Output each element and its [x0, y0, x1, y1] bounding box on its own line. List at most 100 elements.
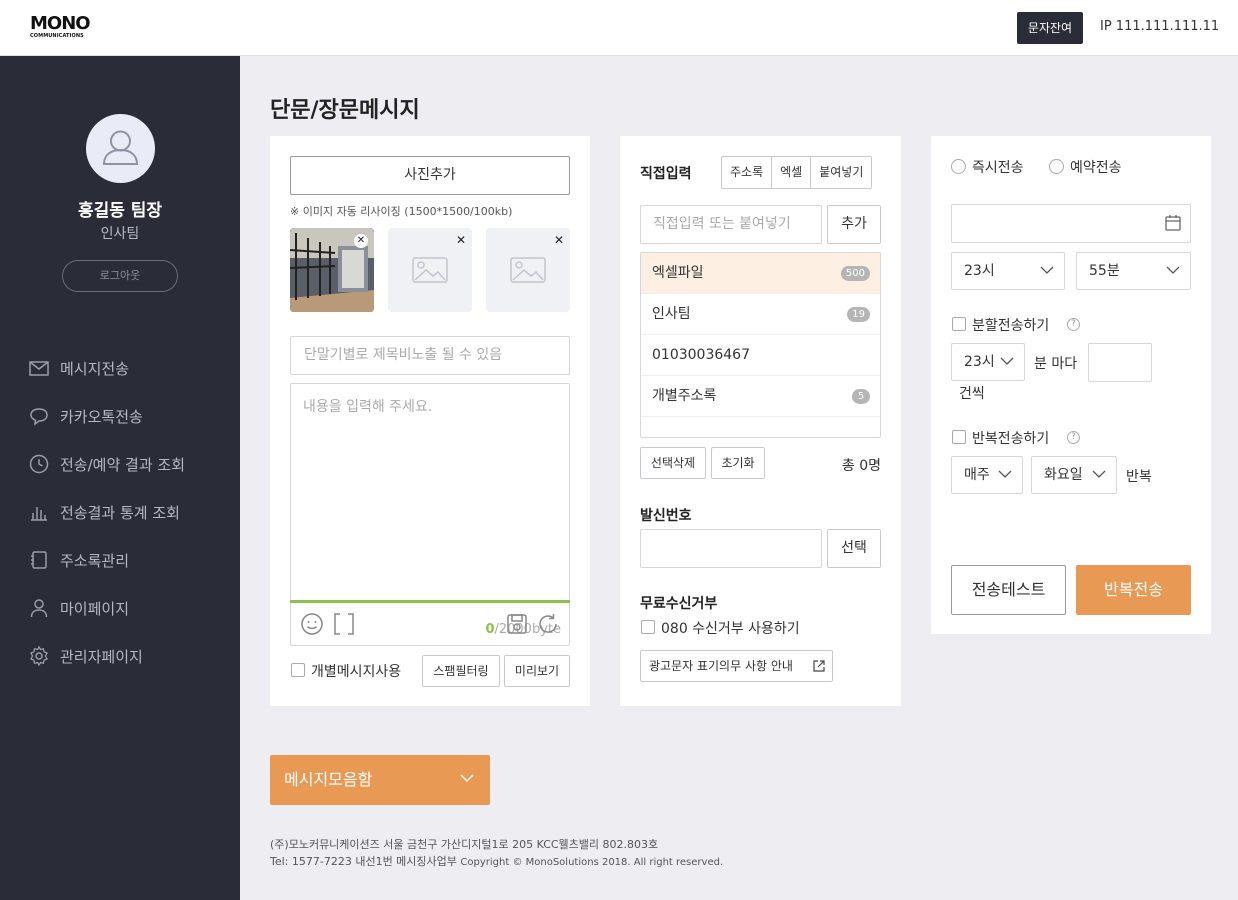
- send-test-button[interactable]: 전송테스트: [951, 565, 1066, 615]
- list-item[interactable]: 엑셀파일 500: [641, 253, 880, 294]
- copyright: Copyright © MonoSolutions 2018. All righ…: [460, 857, 724, 868]
- direct-input-title: 직접입력: [640, 166, 692, 182]
- save-icon[interactable]: [505, 612, 529, 636]
- split-send-label: 분할전송하기: [972, 318, 1050, 334]
- sidebar-item-address-book[interactable]: 주소록관리: [28, 536, 185, 584]
- photo-thumbnail[interactable]: ✕: [290, 228, 374, 312]
- special-char-icon[interactable]: [332, 612, 356, 636]
- hour-select[interactable]: 23시: [951, 252, 1065, 290]
- optout-080-label: 080 수신거부 사용하기: [661, 621, 800, 637]
- individual-message-checkbox[interactable]: [291, 663, 305, 677]
- per-count-label: 건씩: [959, 386, 985, 402]
- optout-080-checkbox[interactable]: [641, 620, 655, 634]
- sidebar: 홍길동 팀장 인사팀 로그아웃 메시지전송 카카오톡전송 전송/예약 결과 조회…: [0, 56, 240, 900]
- logout-button[interactable]: 로그아웃: [62, 260, 178, 292]
- subject-input[interactable]: 단말기별로 제목비노출 될 수 있음: [290, 336, 570, 375]
- emoji-icon[interactable]: [300, 612, 324, 636]
- preview-button[interactable]: 미리보기: [504, 655, 570, 687]
- recipient-input[interactable]: 직접입력 또는 붙여넣기: [640, 205, 822, 244]
- refresh-icon[interactable]: [536, 612, 560, 636]
- split-count-input[interactable]: [1088, 343, 1152, 382]
- schedule-panel: 즉시전송 예약전송 23시 55분 분할전송하기 ? 23시 분 마다 건씩 반…: [931, 136, 1211, 634]
- empty-photo-slot[interactable]: ✕: [388, 228, 472, 312]
- individual-message-label: 개별메시지사용: [311, 664, 402, 680]
- repeat-send-label: 반복전송하기: [972, 431, 1050, 447]
- user-department: 인사팀: [100, 226, 140, 242]
- tab-paste[interactable]: 붙여넣기: [811, 157, 871, 188]
- footer-contact: Tel: 1577-7223 내선1번 메시징사업부 Copyright © M…: [270, 855, 724, 868]
- immediate-send-radio[interactable]: [951, 159, 966, 174]
- byte-progress-bar: [290, 600, 570, 603]
- recipient-source-tabs: 주소록 엑셀 붙여넣기: [721, 156, 873, 189]
- external-link-icon: [813, 660, 825, 672]
- reserved-send-label: 예약전송: [1070, 160, 1122, 176]
- mail-icon: [29, 361, 49, 376]
- repeat-day-select[interactable]: 화요일: [1031, 456, 1117, 494]
- remove-photo-icon[interactable]: ✕: [456, 233, 466, 247]
- mono-logo[interactable]: MONO COMMUNICATIONS: [30, 15, 94, 41]
- ip-address: IP 111.111.111.11: [1100, 19, 1220, 34]
- reserved-send-radio[interactable]: [1049, 159, 1064, 174]
- empty-photo-slot[interactable]: ✕: [486, 228, 570, 312]
- delete-selected-button[interactable]: 선택삭제: [640, 447, 706, 479]
- sidebar-item-message-send[interactable]: 메시지전송: [28, 344, 185, 392]
- date-input[interactable]: [951, 204, 1191, 243]
- remove-photo-icon[interactable]: ✕: [354, 234, 368, 248]
- sidebar-item-send-results[interactable]: 전송/예약 결과 조회: [28, 440, 185, 488]
- message-collection-dropdown[interactable]: 메시지모음함: [270, 755, 490, 805]
- minute-select[interactable]: 55분: [1076, 252, 1191, 290]
- chevron-down-icon: [1040, 266, 1054, 274]
- calendar-icon[interactable]: [1164, 214, 1182, 232]
- remove-photo-icon[interactable]: ✕: [554, 233, 564, 247]
- tab-excel[interactable]: 엑셀: [772, 157, 812, 188]
- sidebar-item-label: 주소록관리: [60, 551, 130, 570]
- repeat-send-button[interactable]: 반복전송: [1076, 565, 1191, 615]
- count-badge: 19: [847, 307, 870, 322]
- help-icon[interactable]: ?: [1067, 318, 1080, 331]
- clock-icon: [29, 454, 49, 474]
- add-recipient-button[interactable]: 추가: [827, 205, 881, 244]
- message-content-textarea[interactable]: 내용을 입력해 주세요. 0/2000byte: [290, 383, 570, 646]
- reset-button[interactable]: 초기화: [711, 447, 765, 479]
- help-icon[interactable]: ?: [1067, 431, 1080, 444]
- list-item[interactable]: 개별주소록 5: [641, 376, 880, 417]
- sidebar-item-statistics[interactable]: 전송결과 통계 조회: [28, 488, 185, 536]
- split-hour-select[interactable]: 23시: [951, 343, 1025, 381]
- repeat-period-select[interactable]: 매주: [951, 456, 1023, 494]
- page-title: 단문/장문메시지: [270, 98, 420, 123]
- footer: (주)모노커뮤니케이션즈 서울 금천구 가산디지털1로 205 KCC웰츠밸리 …: [270, 836, 723, 871]
- footer-address: (주)모노커뮤니케이션즈 서울 금천구 가산디지털1로 205 KCC웰츠밸리 …: [270, 838, 659, 851]
- sidebar-item-kakao-send[interactable]: 카카오톡전송: [28, 392, 185, 440]
- sidebar-item-admin[interactable]: 관리자페이지: [28, 632, 185, 680]
- count-badge: 5: [852, 389, 870, 404]
- list-item[interactable]: 인사팀 19: [641, 294, 880, 335]
- list-item[interactable]: 01030036467: [641, 335, 880, 376]
- repeat-label: 반복: [1126, 469, 1152, 485]
- recipients-panel: 직접입력 주소록 엑셀 붙여넣기 직접입력 또는 붙여넣기 추가 엑셀파일 50…: [620, 136, 901, 706]
- ad-notice-button[interactable]: 광고문자 표기의무 사항 안내: [640, 650, 833, 682]
- add-photo-button[interactable]: 사진추가: [290, 156, 570, 195]
- repeat-send-checkbox[interactable]: [952, 430, 966, 444]
- sidebar-nav: 메시지전송 카카오톡전송 전송/예약 결과 조회 전송결과 통계 조회 주소록관…: [28, 344, 185, 680]
- sidebar-item-mypage[interactable]: 마이페이지: [28, 584, 185, 632]
- chevron-down-icon: [1092, 470, 1106, 478]
- tab-address-book[interactable]: 주소록: [722, 157, 773, 188]
- gear-icon: [30, 645, 48, 667]
- user-icon: [102, 130, 139, 165]
- person-icon: [30, 599, 48, 618]
- sidebar-item-label: 관리자페이지: [60, 647, 143, 666]
- chat-bubble-icon: [30, 408, 48, 426]
- recipient-total: 총 0명: [841, 458, 881, 474]
- message-composer-panel: 사진추가 ※ 이미지 자동 리사이징 (1500*1500/100kb) ✕ ✕: [270, 136, 590, 706]
- sidebar-item-label: 전송결과 통계 조회: [60, 503, 180, 522]
- top-header: MONO COMMUNICATIONS 문자잔여 IP 111.111.111.…: [0, 0, 1238, 56]
- chevron-down-icon: [1000, 357, 1014, 365]
- sender-number-input[interactable]: [640, 529, 822, 568]
- split-send-checkbox[interactable]: [952, 317, 966, 331]
- spam-filter-button[interactable]: 스팸필터링: [422, 655, 500, 687]
- chevron-down-icon: [1166, 266, 1180, 274]
- chevron-down-icon: [998, 470, 1012, 478]
- immediate-send-label: 즉시전송: [972, 160, 1024, 176]
- sms-balance-button[interactable]: 문자잔여: [1017, 12, 1083, 44]
- select-sender-button[interactable]: 선택: [827, 529, 881, 568]
